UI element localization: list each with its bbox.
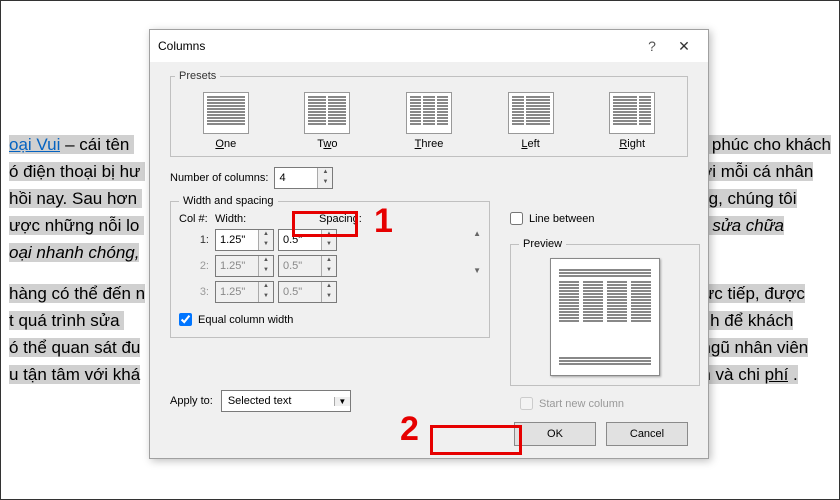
width-1-spinner[interactable]: ▲▼ [215, 229, 274, 251]
presets-legend: Presets [175, 70, 220, 82]
preview-group: Preview [510, 238, 700, 386]
width-spacing-group: Width and spacing Col #: Width: Spacing:… [170, 195, 490, 338]
apply-to-label: Apply to: [170, 395, 213, 407]
preset-left[interactable]: Left [486, 92, 576, 150]
preset-one-icon [203, 92, 249, 134]
cancel-button[interactable]: Cancel [606, 422, 688, 446]
preview-legend: Preview [519, 238, 566, 250]
num-columns-input[interactable] [275, 168, 317, 188]
spinner-up-icon[interactable]: ▲ [318, 168, 332, 178]
spacing-2-spinner: ▲▼ [278, 255, 337, 277]
width-spacing-legend: Width and spacing [179, 195, 278, 207]
close-button[interactable]: ✕ [668, 38, 700, 55]
preview-page-icon [550, 258, 660, 376]
ws-row-1: 1: ▲▼ ▲▼ [179, 229, 467, 251]
width-2-spinner: ▲▼ [215, 255, 274, 277]
line-between-checkbox[interactable]: Line between [510, 212, 594, 225]
preset-one[interactable]: One [181, 92, 271, 150]
num-columns-label: Number of columns: [170, 172, 268, 184]
preset-three[interactable]: Three [384, 92, 474, 150]
chevron-down-icon[interactable]: ▼ [334, 397, 350, 406]
preset-left-icon [508, 92, 554, 134]
num-columns-spinner[interactable]: ▲▼ [274, 167, 333, 189]
preset-two-icon [304, 92, 350, 134]
annotation-box-2 [430, 425, 522, 455]
ws-row-2: 2: ▲▼ ▲▼ [179, 255, 467, 277]
help-button[interactable]: ? [636, 38, 668, 54]
spacing-3-spinner: ▲▼ [278, 281, 337, 303]
equal-width-checkbox[interactable]: Equal column width [179, 313, 293, 326]
annotation-number-2: 2 [400, 410, 419, 449]
ws-row-3: 3: ▲▼ ▲▼ [179, 281, 467, 303]
width-3-spinner: ▲▼ [215, 281, 274, 303]
spinner-down-icon[interactable]: ▼ [318, 178, 332, 188]
preset-right[interactable]: Right [587, 92, 677, 150]
preset-two[interactable]: Two [282, 92, 372, 150]
presets-group: Presets One Two Three Left [170, 70, 688, 157]
dialog-titlebar: Columns ? ✕ [150, 30, 708, 62]
spacing-1-spinner[interactable]: ▲▼ [278, 229, 337, 251]
preset-right-icon [609, 92, 655, 134]
start-new-column-checkbox: Start new column [520, 397, 624, 410]
ok-button[interactable]: OK [514, 422, 596, 446]
dialog-title: Columns [158, 39, 636, 53]
columns-dialog: Columns ? ✕ Presets One Two Three [149, 29, 709, 459]
ws-scroll[interactable]: ▲▼ [473, 229, 481, 307]
preset-three-icon [406, 92, 452, 134]
apply-to-combo[interactable]: Selected text ▼ [221, 390, 351, 412]
